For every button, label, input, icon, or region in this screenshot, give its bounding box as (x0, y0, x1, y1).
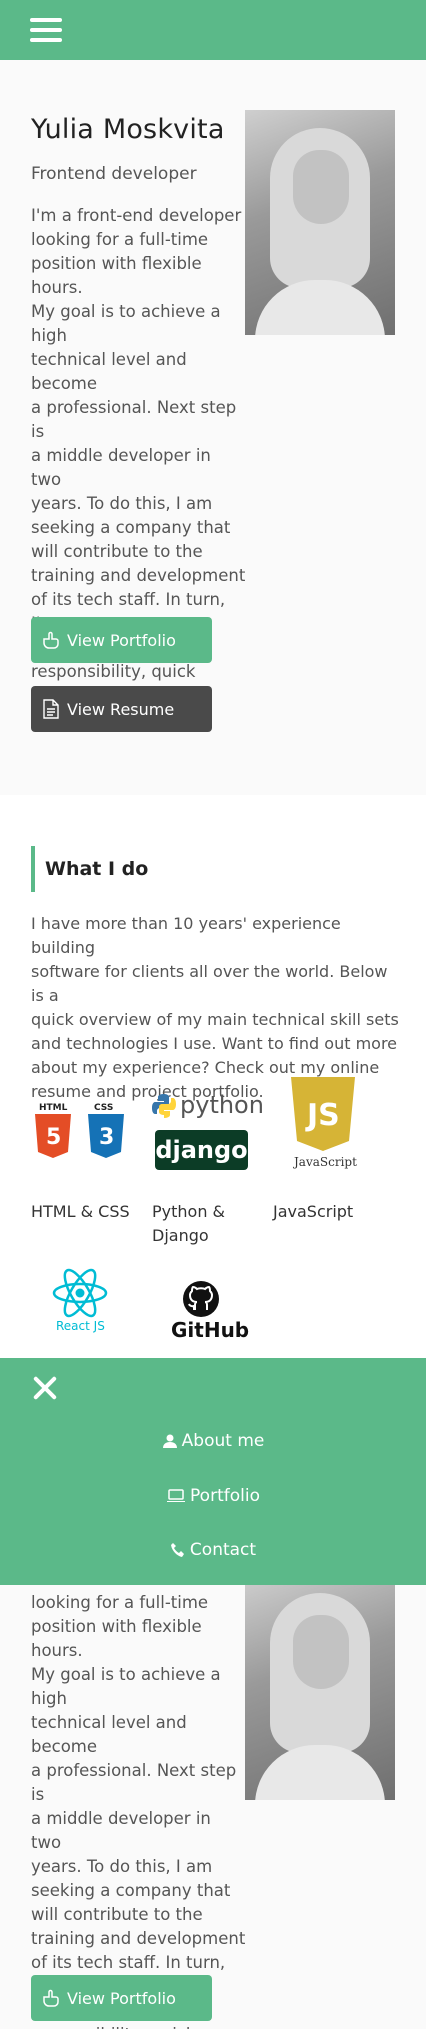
skill-label-python-django: Python & Django (152, 1202, 226, 1245)
profile-photo-repeat (245, 1585, 395, 1800)
html5-icon: HTML 5 (35, 1103, 71, 1158)
skill-label-javascript: JavaScript (273, 1202, 354, 1221)
django-wordmark: django (155, 1130, 248, 1170)
view-resume-label: View Resume (67, 699, 175, 719)
svg-text:5: 5 (46, 1125, 61, 1150)
profile-bio-repeat: looking for a full-time position with fl… (31, 1593, 246, 2029)
hero-section-repeat: looking for a full-time position with fl… (0, 1585, 426, 2029)
user-icon (162, 1434, 177, 1448)
github-icon (183, 1281, 219, 1317)
menu-item-about-label: About me (181, 1431, 265, 1451)
menu-item-portfolio[interactable]: Portfolio (0, 1481, 426, 1511)
view-portfolio-button[interactable]: View Portfolio (31, 617, 212, 663)
python-icon (152, 1094, 176, 1118)
view-portfolio-label: View Portfolio (67, 630, 176, 650)
svg-text:HTML: HTML (39, 1103, 68, 1113)
menu-item-contact-label: Contact (189, 1540, 257, 1560)
javascript-icon: JS (291, 1077, 355, 1151)
svg-text:CSS: CSS (94, 1103, 113, 1113)
python-wordmark: python (180, 1091, 264, 1119)
menu-item-contact[interactable]: Contact (0, 1535, 426, 1565)
profile-photo (245, 110, 395, 335)
document-icon (41, 699, 61, 719)
top-navbar (0, 0, 426, 60)
menu-item-about[interactable]: About me (0, 1426, 426, 1456)
phone-icon (170, 1543, 184, 1557)
javascript-logo-text: JavaScript (294, 1155, 357, 1169)
react-logo-text: React JS (56, 1319, 105, 1333)
close-icon[interactable] (32, 1375, 58, 1401)
svg-text:JS: JS (305, 1098, 340, 1133)
skill-label-html-css: HTML & CSS (31, 1202, 130, 1221)
react-icon (52, 1268, 108, 1318)
github-logo-text: GitHub (171, 1318, 250, 1342)
profile-role: Frontend developer (31, 164, 197, 184)
svg-text:3: 3 (99, 1125, 114, 1150)
pointing-hand-icon (41, 630, 61, 650)
view-resume-button[interactable]: View Resume (31, 686, 212, 732)
pointing-hand-icon (41, 1988, 61, 2008)
hamburger-menu-icon[interactable] (30, 18, 62, 42)
view-portfolio-button-repeat[interactable]: View Portfolio (31, 1975, 212, 2021)
laptop-icon (167, 1489, 186, 1502)
view-portfolio-label: View Portfolio (67, 1988, 176, 2008)
menu-item-portfolio-label: Portfolio (190, 1486, 260, 1506)
section-title-accent (31, 846, 35, 892)
section-title: What I do (45, 858, 149, 880)
profile-name: Yulia Moskvita (31, 114, 225, 145)
css3-icon: CSS 3 (88, 1103, 124, 1158)
